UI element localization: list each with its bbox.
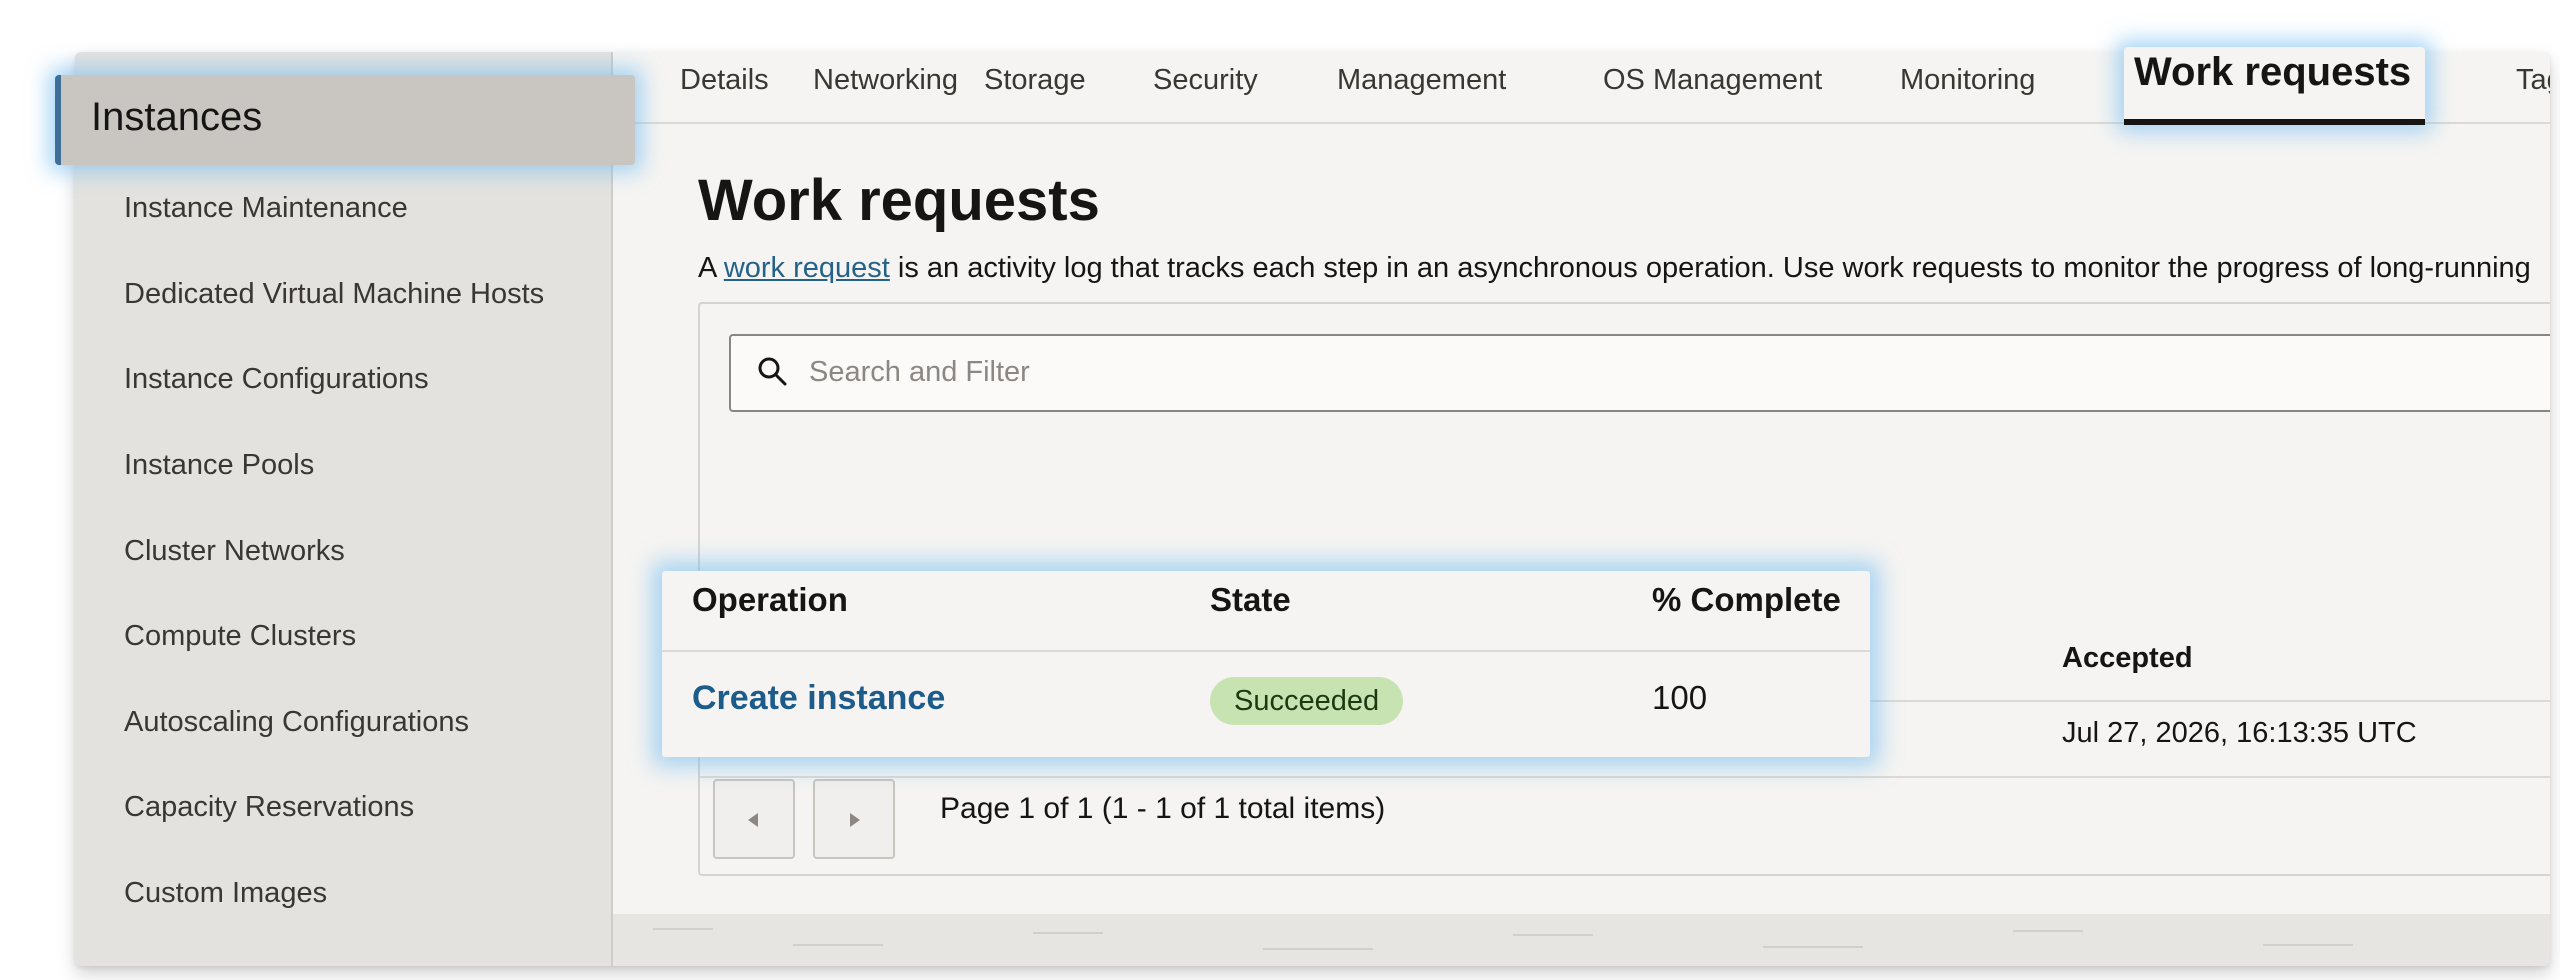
tab-details[interactable]: Details [680, 64, 769, 97]
sidebar-item-instance-maintenance[interactable]: Instance Maintenance [124, 192, 408, 225]
tab-security[interactable]: Security [1153, 64, 1258, 97]
work-request-link[interactable]: work request [724, 252, 890, 284]
sidebar-title-label: Instances [91, 95, 263, 139]
sidebar-item-instance-pools[interactable]: Instance Pools [124, 449, 314, 482]
column-header-operation[interactable]: Operation [692, 581, 848, 619]
footer-texture [2013, 930, 2083, 932]
footer-texture [653, 928, 713, 930]
sidebar-item-compute-clusters[interactable]: Compute Clusters [124, 620, 356, 653]
search-icon [755, 354, 791, 395]
next-page-button[interactable] [813, 779, 895, 859]
footer-texture [1513, 934, 1593, 936]
description-prefix: A [698, 252, 724, 284]
sidebar-item-instance-configurations[interactable]: Instance Configurations [124, 363, 429, 396]
status-badge: Succeeded [1210, 677, 1404, 725]
column-header-accepted[interactable]: Accepted [2062, 642, 2193, 675]
previous-page-button[interactable] [713, 779, 795, 859]
pagination-status: Page 1 of 1 (1 - 1 of 1 total items) [940, 792, 1386, 825]
sidebar-item-custom-images[interactable]: Custom Images [124, 877, 327, 910]
sidebar-item-dedicated-vm-hosts[interactable]: Dedicated Virtual Machine Hosts [124, 278, 544, 311]
page-title: Work requests [698, 168, 1100, 233]
footer-texture [2263, 944, 2353, 946]
row-divider [700, 776, 2550, 778]
column-header-percent-complete[interactable]: % Complete [1652, 581, 1841, 619]
active-tab-indicator [2124, 119, 2425, 125]
accepted-cell: Jul 27, 2026, 16:13:35 UTC [2062, 717, 2417, 749]
tab-management[interactable]: Management [1337, 64, 1506, 97]
search-input[interactable]: Search and Filter [729, 334, 2550, 412]
tab-work-requests-label: Work requests [2134, 50, 2412, 94]
footer-texture [1263, 948, 1373, 950]
column-header-state[interactable]: State [1210, 581, 1291, 619]
console-window: Instance Maintenance Dedicated Virtual M… [75, 52, 2550, 966]
description-suffix: is an activity log that tracks each step… [889, 252, 2531, 284]
create-instance-link[interactable]: Create instance [692, 679, 945, 718]
tab-os-management[interactable]: OS Management [1603, 64, 1822, 97]
caret-left-icon [748, 813, 758, 827]
footer-texture [793, 944, 883, 946]
footer-texture [1763, 946, 1863, 948]
sidebar-title-instances[interactable]: Instances [55, 75, 635, 165]
sidebar: Instance Maintenance Dedicated Virtual M… [75, 52, 613, 966]
main-content: Details Networking Storage Security Mana… [613, 52, 2550, 914]
sidebar-item-capacity-reservations[interactable]: Capacity Reservations [124, 791, 414, 824]
percent-complete-cell: 100 [1652, 679, 1708, 716]
tab-networking[interactable]: Networking [813, 64, 958, 97]
sidebar-item-autoscaling-configurations[interactable]: Autoscaling Configurations [124, 706, 469, 739]
tab-tags[interactable]: Tags [2516, 64, 2550, 97]
footer-texture [1033, 932, 1103, 934]
caret-right-icon [850, 813, 860, 827]
search-placeholder: Search and Filter [809, 356, 1030, 388]
footer-strip [613, 914, 2550, 966]
sidebar-item-cluster-networks[interactable]: Cluster Networks [124, 535, 345, 568]
work-requests-table-highlight: Operation State % Complete Create instan… [662, 571, 1870, 757]
table-header-divider [662, 650, 1870, 652]
page-description: A work request is an activity log that t… [698, 252, 2531, 285]
tab-storage[interactable]: Storage [984, 64, 1086, 97]
tab-monitoring[interactable]: Monitoring [1900, 64, 2035, 97]
tab-work-requests[interactable]: Work requests [2124, 47, 2425, 125]
